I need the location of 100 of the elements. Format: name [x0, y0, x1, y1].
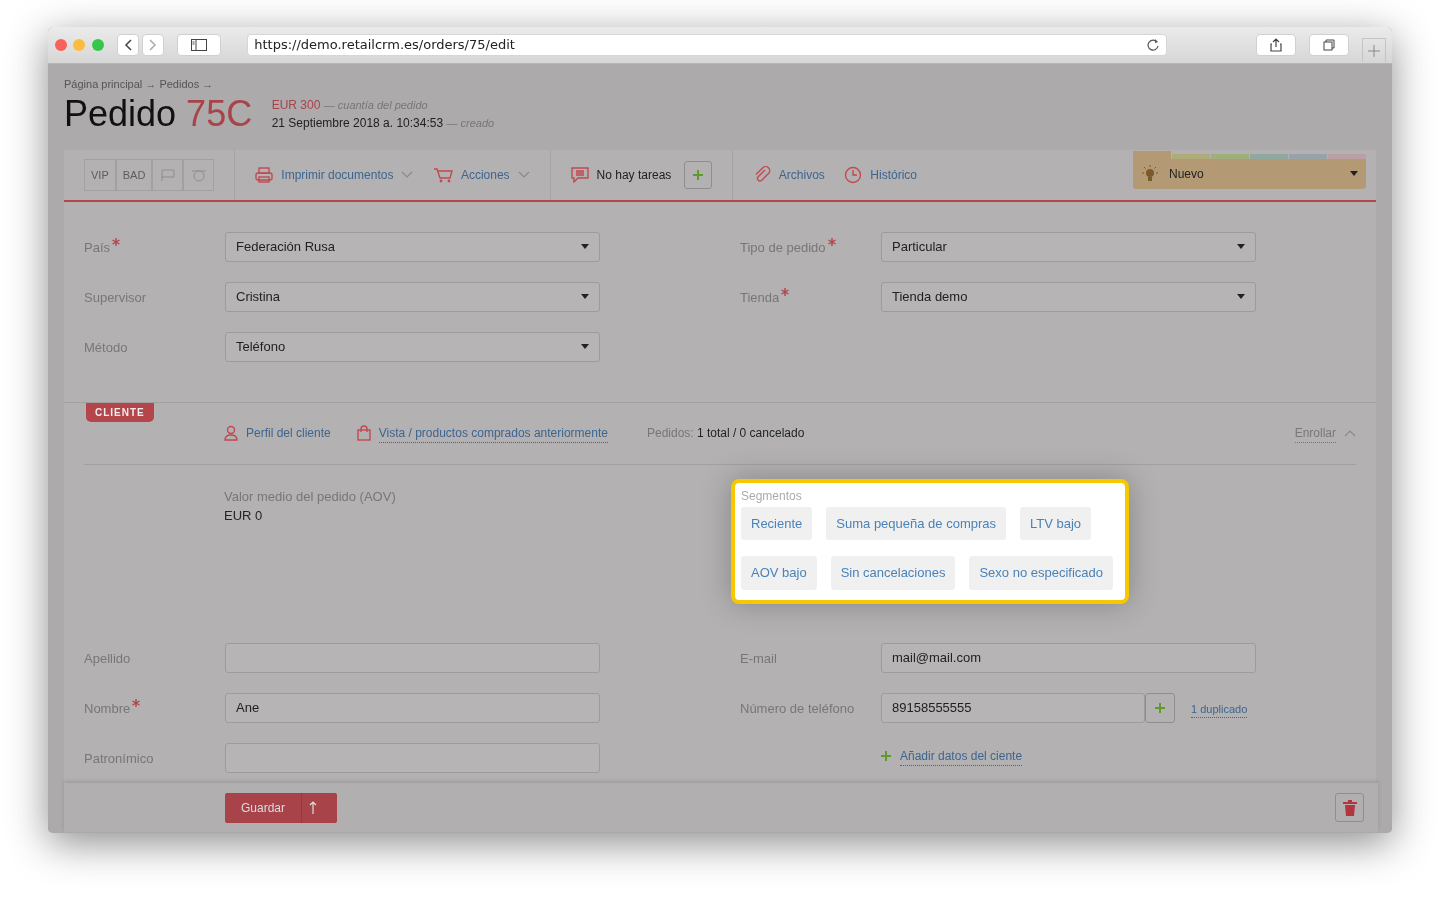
shopping-bag-icon	[356, 425, 371, 442]
alarm-icon	[190, 167, 207, 182]
status-select[interactable]: Nuevo	[1133, 158, 1366, 189]
maximize-icon[interactable]	[91, 39, 104, 51]
chevron-down-icon	[401, 170, 414, 179]
person-icon	[224, 425, 238, 442]
status-stage[interactable]	[1289, 153, 1327, 159]
field-label: Método	[84, 338, 128, 357]
select-field[interactable]: Cristina	[225, 281, 600, 312]
orders-label: Pedidos:	[646, 425, 694, 443]
field-label: Patronímico	[84, 749, 154, 768]
client-link[interactable]: Vista / productos comprados anteriormente	[356, 423, 608, 443]
forward-icon	[148, 39, 157, 51]
field-label: Tipo de pedido	[740, 238, 826, 257]
cart-icon	[432, 166, 453, 183]
required-icon	[827, 237, 836, 246]
input-field[interactable]: mail@mail.com	[881, 642, 1256, 673]
tabs-button[interactable]	[1308, 34, 1349, 56]
breadcrumbs: Página principal → Pedidos →	[64, 77, 215, 92]
caret-icon	[1350, 171, 1358, 177]
input-field[interactable]	[225, 742, 600, 773]
segment-tag[interactable]: AOV bajo	[741, 556, 817, 590]
share-icon	[1269, 38, 1282, 52]
close-icon[interactable]	[54, 39, 67, 51]
caret-icon	[1237, 244, 1245, 250]
tasks-link[interactable]: No hay tareas	[570, 165, 672, 184]
status-stage[interactable]	[1328, 153, 1366, 159]
tabs-icon	[1322, 39, 1335, 51]
plus-icon	[1154, 701, 1166, 714]
save-button[interactable]: Guardar	[225, 792, 302, 823]
section-tag: CLIENTE	[86, 402, 154, 422]
input-field[interactable]: 89158555555	[881, 692, 1145, 723]
segment-tag[interactable]: LTV bajo	[1020, 506, 1092, 541]
status-stage[interactable]	[1133, 150, 1171, 159]
reload-icon[interactable]	[1147, 39, 1160, 51]
segment-tag[interactable]: Suma pequeña de compras	[826, 506, 1007, 541]
toolbar-link[interactable]: Archivos	[752, 165, 825, 184]
status-stage[interactable]	[1172, 153, 1210, 159]
add-client-data-link[interactable]: Añadir datos del ciente	[880, 746, 1376, 766]
select-field[interactable]: Federación Rusa	[225, 231, 600, 262]
add-task-button[interactable]	[684, 160, 713, 189]
caret-icon	[581, 344, 589, 350]
field-label: E-mail	[740, 649, 777, 668]
vip-flag-button[interactable]: VIP	[84, 158, 116, 191]
caret-icon	[1237, 294, 1245, 300]
arrow-up-icon	[308, 800, 319, 815]
chevron-down-icon	[517, 170, 530, 179]
vip-flag-button[interactable]: BAD	[115, 158, 153, 191]
chat-icon	[570, 166, 589, 183]
caret-icon	[581, 294, 589, 300]
printer-icon	[255, 166, 274, 183]
segment-tag[interactable]: Sexo no especificado	[969, 556, 1114, 590]
required-icon	[781, 287, 790, 296]
plus-icon	[880, 750, 892, 763]
toolbar-link[interactable]: Histórico	[844, 165, 917, 184]
duplicate-link[interactable]: 1 duplicado	[1191, 700, 1248, 719]
select-field[interactable]: Particular	[881, 231, 1256, 262]
segment-tag[interactable]: Sin cancelaciones	[830, 556, 956, 590]
flag-button[interactable]	[183, 158, 215, 191]
caret-icon	[581, 244, 589, 250]
sidebar-icon	[190, 39, 207, 51]
field-label: Número de teléfono	[740, 699, 855, 718]
clock-icon	[844, 165, 863, 184]
field-label: Tienda	[740, 288, 780, 307]
plus-icon	[692, 168, 705, 181]
field-label: Supervisor	[84, 288, 147, 307]
back-button[interactable]	[116, 34, 139, 56]
aov-label: Valor medio del pedido (AOV)	[224, 487, 396, 506]
save-and-exit-button[interactable]	[301, 792, 338, 823]
url-text: https://demo.retailcrm.es/orders/75/edit	[254, 36, 516, 55]
minimize-icon[interactable]	[73, 39, 85, 51]
input-field[interactable]: Ane	[225, 692, 600, 723]
input-field[interactable]	[225, 642, 600, 673]
order-amount: EUR 300	[271, 97, 321, 112]
flag-icon	[160, 168, 175, 181]
delete-button[interactable]	[1335, 793, 1364, 822]
new-tab-button[interactable]	[1361, 38, 1386, 62]
plus-icon	[1367, 44, 1380, 57]
select-field[interactable]: Tienda demo	[881, 281, 1256, 312]
share-button[interactable]	[1255, 34, 1296, 56]
add-phone-button[interactable]	[1145, 692, 1175, 723]
required-icon	[132, 698, 141, 707]
menu-link[interactable]: Imprimir documentos	[255, 165, 414, 184]
address-bar[interactable]: https://demo.retailcrm.es/orders/75/edit	[246, 34, 1167, 56]
select-field[interactable]: Teléfono	[225, 331, 600, 362]
field-label: Nombre	[84, 699, 131, 718]
forward-button[interactable]	[141, 34, 164, 56]
flag-button[interactable]	[152, 158, 184, 191]
created-date: 21 Septiembre 2018 a. 10:34:53	[271, 115, 444, 130]
menu-link[interactable]: Acciones	[432, 165, 530, 184]
aov-value: EUR 0	[224, 507, 263, 526]
status-stage[interactable]	[1250, 153, 1288, 159]
field-label: Apellido	[84, 649, 131, 668]
collapse-link[interactable]: Enrollar	[1294, 423, 1356, 443]
status-stage[interactable]	[1211, 153, 1249, 159]
sidebar-button[interactable]	[176, 34, 221, 56]
client-link[interactable]: Perfil del cliente	[224, 424, 331, 443]
segments-title: Segmentos	[741, 487, 803, 505]
lightbulb-icon	[1141, 164, 1159, 183]
segment-tag[interactable]: Reciente	[741, 506, 813, 541]
